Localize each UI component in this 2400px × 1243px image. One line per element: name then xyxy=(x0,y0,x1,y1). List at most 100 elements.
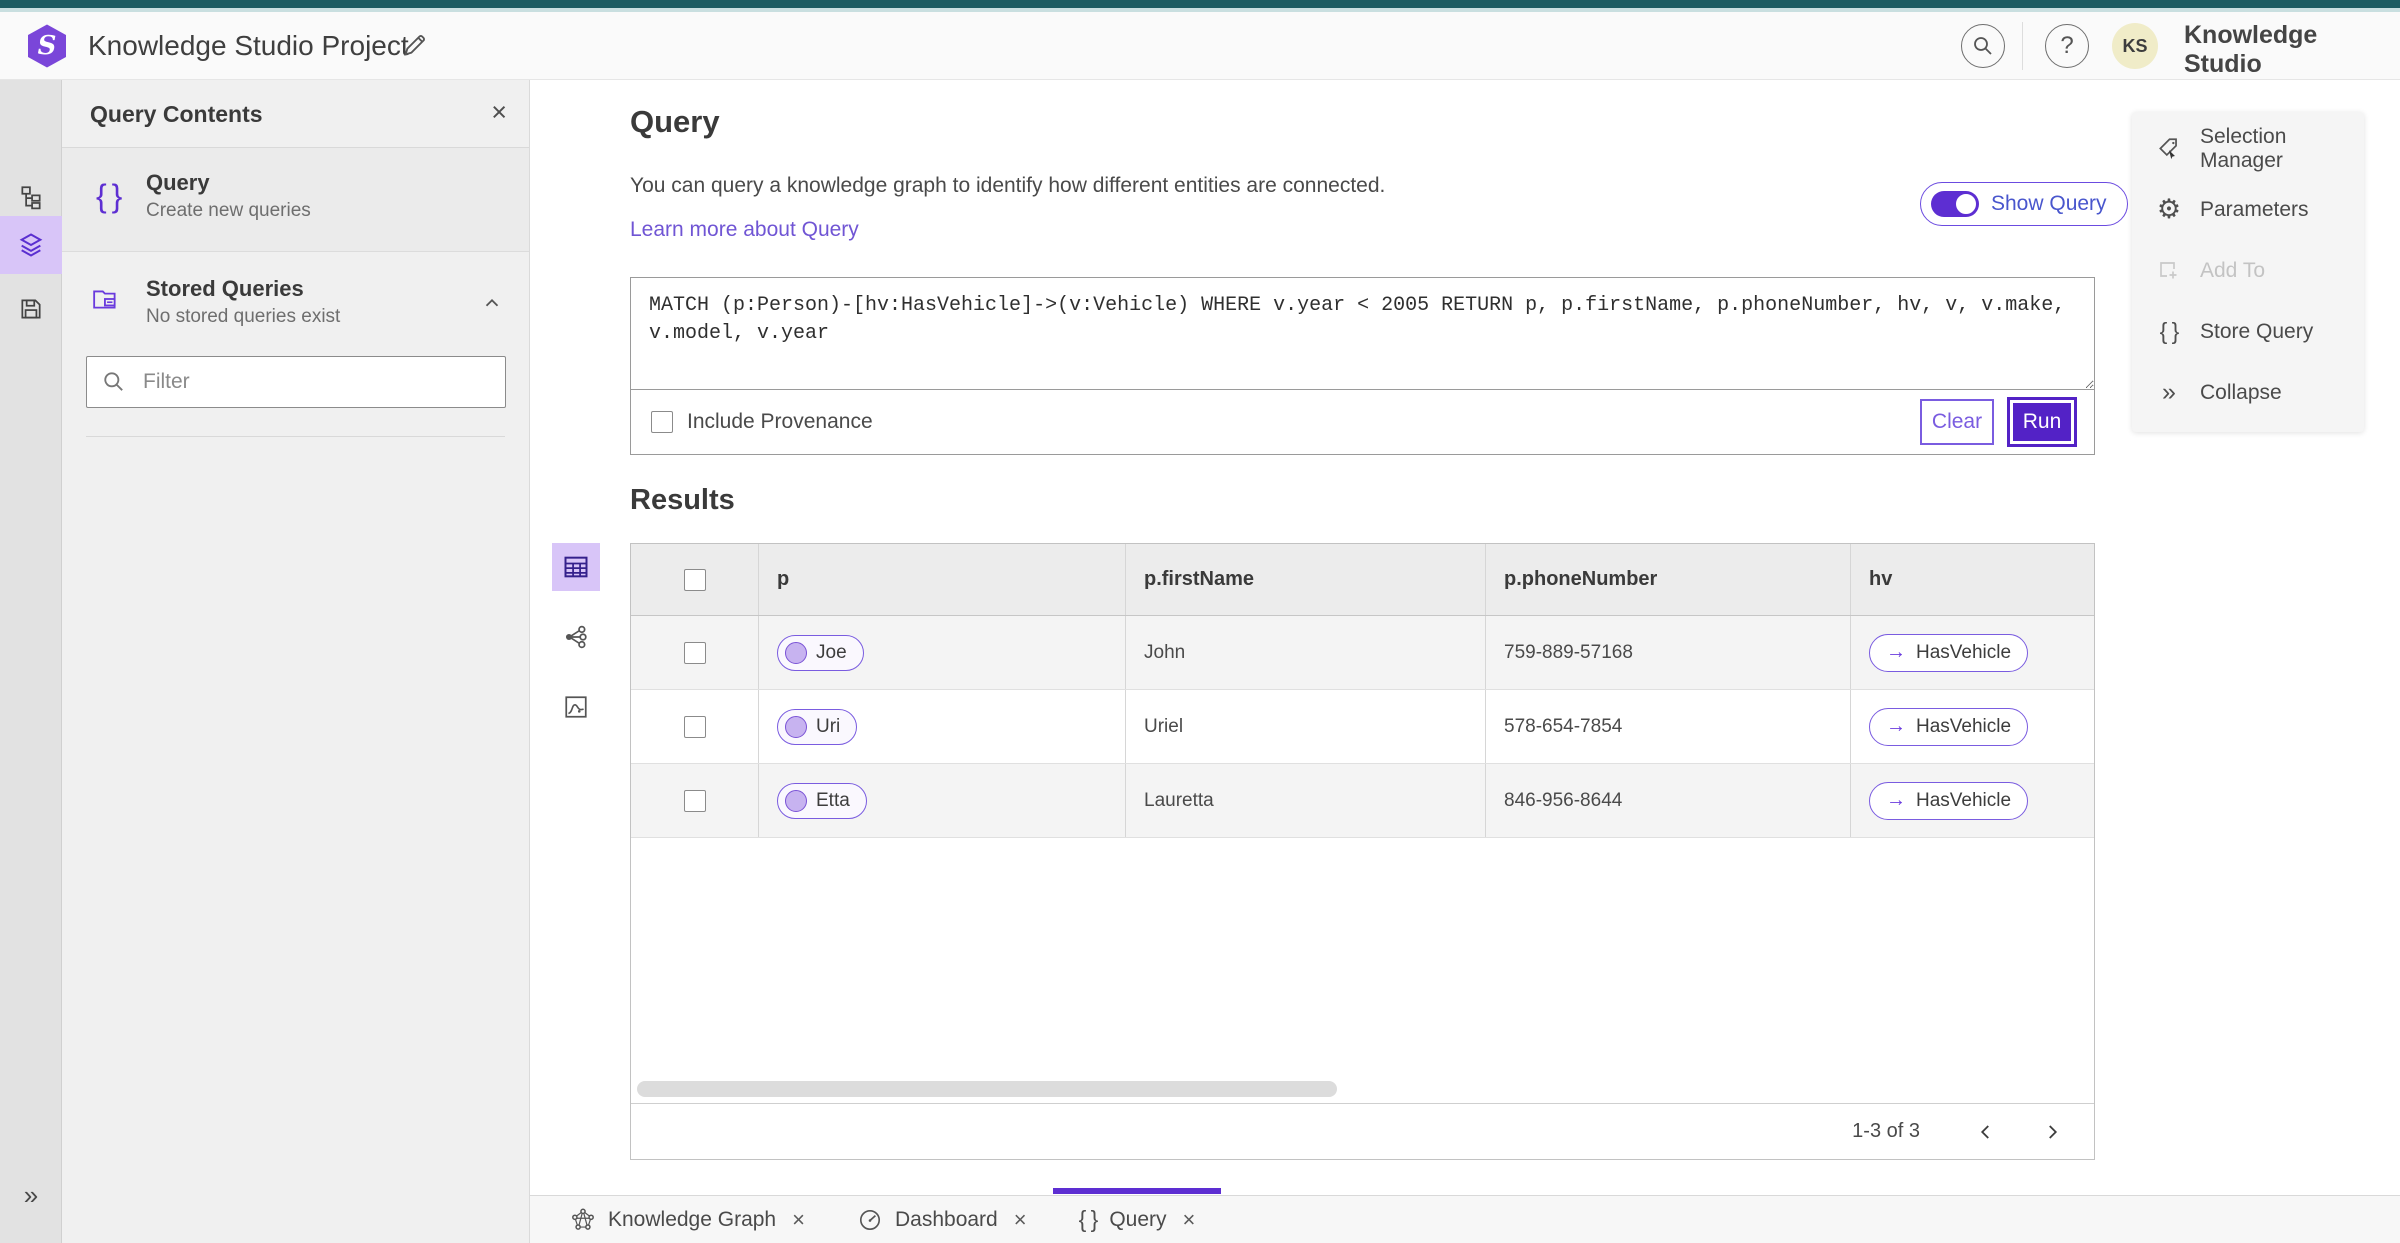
edge-label: HasVehicle xyxy=(1916,789,2012,811)
table-footer: 1-3 of 3 xyxy=(631,1103,2094,1159)
main-content: Query You can query a knowledge graph to… xyxy=(530,80,2400,1195)
query-contents-panel: Query Contents × { } Query Create new qu… xyxy=(62,80,530,1243)
topbar-divider xyxy=(2022,22,2023,70)
stored-queries-title: Stored Queries xyxy=(146,276,304,301)
include-provenance-label: Include Provenance xyxy=(687,410,873,433)
results-table: p p.firstName p.phoneNumber hv Joe John … xyxy=(630,543,2095,1160)
rail-expand-button[interactable]: » xyxy=(0,1175,62,1215)
next-page-button[interactable] xyxy=(2034,1114,2070,1150)
filter-input[interactable] xyxy=(86,356,506,408)
filter-search-icon xyxy=(104,372,123,391)
cell-phonenumber: 759-889-57168 xyxy=(1486,616,1851,689)
layers-icon xyxy=(19,233,43,257)
knowledge-studio-app: S Knowledge Studio Project ? KS Knowledg… xyxy=(0,0,2400,1243)
edge-pill[interactable]: → HasVehicle xyxy=(1869,633,2029,672)
top-bar: S Knowledge Studio Project ? KS Knowledg… xyxy=(0,12,2400,102)
show-query-toggle[interactable]: Show Query xyxy=(1920,182,2128,226)
tab-knowledge-graph[interactable]: Knowledge Graph × xyxy=(544,1196,831,1243)
top-accent-strip xyxy=(0,0,2400,8)
parameters-button[interactable]: ⚙ Parameters xyxy=(2132,179,2364,240)
tab-query[interactable]: { } Query × xyxy=(1052,1188,1222,1243)
chevron-up-icon[interactable] xyxy=(481,292,503,314)
table-row: Uri Uriel 578-654-7854 → HasVehicle xyxy=(631,690,2094,764)
toggle-label: Show Query xyxy=(1991,192,2107,215)
query-text-input[interactable]: MATCH (p:Person)-[hv:HasVehicle]->(v:Veh… xyxy=(631,278,2094,390)
node-dot-icon xyxy=(785,715,807,738)
node-label: Etta xyxy=(816,789,850,811)
store-query-button[interactable]: { } Store Query xyxy=(2132,301,2364,362)
table-header-row: p p.firstName p.phoneNumber hv xyxy=(631,544,2094,616)
collapse-button[interactable]: » Collapse xyxy=(2132,362,2364,423)
graph-view-button[interactable] xyxy=(552,613,600,661)
row-checkbox[interactable] xyxy=(683,789,706,812)
run-button[interactable]: Run xyxy=(2007,397,2077,447)
column-header-firstname[interactable]: p.firstName xyxy=(1126,544,1486,615)
action-label: Parameters xyxy=(2200,197,2309,221)
cell-firstname: John xyxy=(1126,616,1486,689)
action-label: Add To xyxy=(2200,258,2265,282)
chevron-right-icon xyxy=(2049,1124,2058,1139)
node-dot-icon xyxy=(785,789,807,812)
query-editor-footer: Include Provenance Clear Run xyxy=(631,390,2094,454)
edge-label: HasVehicle xyxy=(1916,715,2012,737)
stored-queries-section[interactable]: Stored Queries No stored queries exist xyxy=(62,264,529,348)
tab-dashboard[interactable]: Dashboard × xyxy=(831,1196,1053,1243)
learn-more-link[interactable]: Learn more about Query xyxy=(630,218,859,242)
chart-view-button[interactable] xyxy=(552,683,600,731)
action-label: Selection Manager xyxy=(2200,124,2287,172)
include-provenance-checkbox[interactable] xyxy=(651,411,673,433)
tab-label: Dashboard xyxy=(894,1207,998,1231)
panel-title: Query Contents xyxy=(90,101,263,127)
clear-button[interactable]: Clear xyxy=(1920,399,1994,445)
column-header-p[interactable]: p xyxy=(759,544,1126,615)
bottom-tab-bar: Knowledge Graph × Dashboard × { } Query … xyxy=(530,1188,2400,1243)
pencil-icon xyxy=(404,35,425,56)
table-row: Joe John 759-889-57168 → HasVehicle xyxy=(631,616,2094,690)
table-view-button[interactable] xyxy=(552,543,600,591)
query-contents-item-query[interactable]: { } Query Create new queries xyxy=(62,148,529,252)
node-dot-icon xyxy=(785,641,807,664)
close-icon: × xyxy=(491,97,507,127)
network-icon xyxy=(565,625,587,649)
row-checkbox[interactable] xyxy=(683,641,706,664)
toggle-switch[interactable] xyxy=(1931,191,1979,217)
braces-icon: { } xyxy=(1078,1206,1099,1232)
add-to-icon xyxy=(2156,259,2182,283)
svg-text:S: S xyxy=(38,31,57,61)
edit-title-button[interactable] xyxy=(400,30,432,62)
tab-close-icon[interactable]: × xyxy=(1183,1207,1196,1233)
table-icon xyxy=(564,556,588,578)
tab-close-icon[interactable]: × xyxy=(792,1207,805,1233)
tab-close-icon[interactable]: × xyxy=(1014,1207,1027,1233)
search-button[interactable] xyxy=(1961,24,2005,68)
edge-pill[interactable]: → HasVehicle xyxy=(1869,707,2029,746)
rail-item-save[interactable] xyxy=(0,280,62,338)
panel-header: Query Contents × xyxy=(62,80,529,148)
panel-close-button[interactable]: × xyxy=(491,97,507,128)
row-checkbox[interactable] xyxy=(683,715,706,738)
column-header-phonenumber[interactable]: p.phoneNumber xyxy=(1486,544,1851,615)
dashboard-icon xyxy=(859,1209,881,1230)
node-pill[interactable]: Joe xyxy=(777,634,864,671)
select-all-checkbox[interactable] xyxy=(683,568,706,591)
chevron-left-icon xyxy=(1980,1124,1989,1139)
previous-page-button[interactable] xyxy=(1968,1114,2004,1150)
node-pill[interactable]: Uri xyxy=(777,708,858,745)
edge-pill[interactable]: → HasVehicle xyxy=(1869,781,2029,820)
node-pill[interactable]: Etta xyxy=(777,782,867,819)
help-button[interactable]: ? xyxy=(2045,24,2089,68)
rail-item-queries[interactable] xyxy=(0,216,62,274)
column-header-hv[interactable]: hv xyxy=(1851,544,2094,615)
folder-icon xyxy=(93,290,116,309)
horizontal-scrollbar[interactable] xyxy=(637,1081,1337,1097)
cell-firstname: Lauretta xyxy=(1126,764,1486,837)
user-avatar[interactable]: KS xyxy=(2112,23,2158,69)
avatar-initials: KS xyxy=(2122,35,2148,56)
item-subtitle: Create new queries xyxy=(146,200,311,221)
query-editor-box: MATCH (p:Person)-[hv:HasVehicle]->(v:Veh… xyxy=(630,277,2095,455)
add-to-button: Add To xyxy=(2132,240,2364,301)
chart-icon xyxy=(565,696,587,718)
gear-icon: ⚙ xyxy=(2156,194,2182,224)
tab-label: Query xyxy=(1109,1207,1167,1231)
selection-manager-button[interactable]: Selection Manager xyxy=(2132,118,2364,179)
